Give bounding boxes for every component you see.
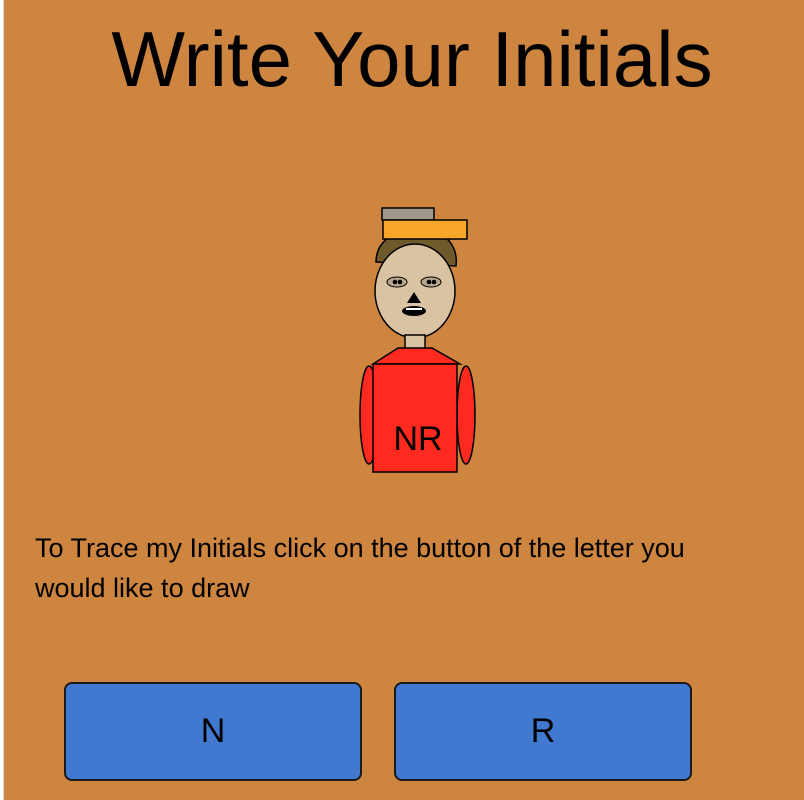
character-teeth: [406, 308, 422, 310]
character-illustration: NR: [359, 207, 476, 473]
initials-canvas: Write Your Initials NR To Trace my Initi…: [4, 0, 804, 800]
character-face: [374, 243, 456, 339]
character-left-pupil: [392, 279, 398, 285]
character-mouth: [402, 306, 426, 316]
character-right-pupil: [426, 279, 432, 285]
character-shoulders: [370, 347, 463, 365]
instructions-text: To Trace my Initials click on the button…: [35, 533, 685, 603]
character-hat-brim: [382, 219, 468, 240]
character-neck: [404, 334, 426, 350]
letter-r-button[interactable]: R: [394, 682, 692, 781]
letter-n-button[interactable]: N: [64, 682, 362, 781]
character-left-pupil-2: [397, 279, 403, 285]
character-right-arm: [456, 365, 476, 465]
character-shirt-initials: NR: [393, 420, 442, 458]
character-right-pupil-2: [431, 279, 437, 285]
character-hat-top: [381, 207, 435, 221]
